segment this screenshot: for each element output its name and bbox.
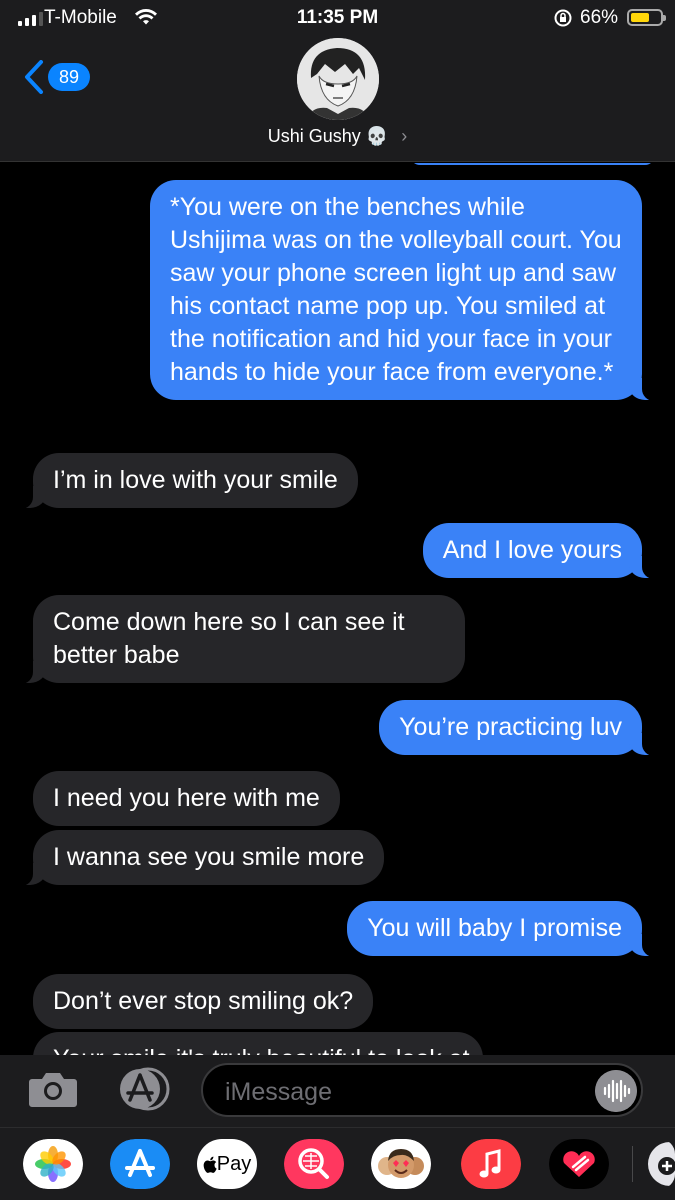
message-bubble-incoming[interactable]: I wanna see you smile more [6,830,385,886]
search-images-icon[interactable] [284,1139,344,1189]
message-text: Don’t ever stop smiling ok? [53,987,354,1015]
status-bar: T-Mobile 11:35 PM 66% [0,0,675,34]
previous-bubble-edge [410,163,655,165]
message-bubble-outgoing[interactable]: You’re practicing luv [379,700,668,756]
message-text: And I love yours [442,536,622,564]
unread-count-badge: 89 [48,63,91,91]
message-text: Your smile it's truly beautiful to look … [53,1045,470,1055]
message-text: You will baby I promise [367,914,622,942]
photos-icon[interactable] [23,1139,83,1189]
apple-pay-label: Pay [216,1152,252,1175]
message-text: *You were on the benches while Ushijima … [170,193,622,386]
chevron-left-icon [25,60,43,94]
contact-avatar[interactable] [297,38,379,120]
digital-touch-icon[interactable] [549,1139,609,1189]
memoji-icon[interactable] [371,1139,431,1189]
app-store-button-icon[interactable] [112,1066,172,1112]
camera-icon[interactable] [28,1069,78,1109]
message-text: Come down here so I can see it better ba… [53,608,405,669]
message-bubble-incoming[interactable]: I need you here with me [33,771,340,826]
compose-bar: iMessage [0,1055,675,1127]
clock: 11:35 PM [296,7,379,28]
message-bubble-outgoing[interactable]: *You were on the benches while Ushijima … [150,180,668,401]
message-text: I’m in love with your smile [53,466,338,494]
message-bubble-incoming[interactable]: Don’t ever stop smiling ok? [33,974,374,1029]
audio-message-icon[interactable] [595,1070,637,1112]
apple-logo-icon [203,1156,217,1173]
message-input[interactable]: iMessage [201,1063,643,1117]
chevron-right-icon: › [401,126,408,146]
rotation-lock-icon [554,9,572,27]
contact-name-button[interactable]: Ushi Gushy 💀 › [0,126,675,147]
imessage-app-drawer: Pay [0,1127,675,1200]
message-bubble-outgoing[interactable]: And I love yours [422,523,669,579]
app-strip-divider [632,1146,633,1182]
message-bubble-incoming[interactable]: Come down here so I can see it better ba… [7,595,465,684]
music-icon[interactable] [461,1139,521,1189]
avatar-image [297,38,379,120]
message-text: I need you here with me [53,784,320,812]
message-text: I wanna see you smile more [53,843,365,871]
message-bubble-outgoing[interactable]: You will baby I promise [347,901,668,957]
apple-pay-icon[interactable]: Pay [197,1139,257,1189]
battery-icon [627,9,666,26]
message-bubble-incoming[interactable]: Your smile it's truly beautiful to look … [33,1032,483,1055]
message-input-placeholder: iMessage [225,1078,332,1106]
back-button[interactable]: 89 [24,60,91,94]
message-bubble-incoming[interactable]: I’m in love with your smile [7,453,358,509]
conversation-header: 89 Ushi Gushy 💀 › [0,34,675,162]
skull-emoji: 💀 [365,126,389,146]
message-text: You’re practicing luv [399,713,622,741]
battery-percent: 66% [580,7,619,28]
battery-fill [631,13,650,22]
app-store-icon[interactable] [110,1139,170,1189]
contact-name: Ushi Gushy [267,126,361,146]
message-thread[interactable]: *You were on the benches while Ushijima … [0,163,675,1055]
more-apps-icon[interactable] [645,1139,675,1189]
